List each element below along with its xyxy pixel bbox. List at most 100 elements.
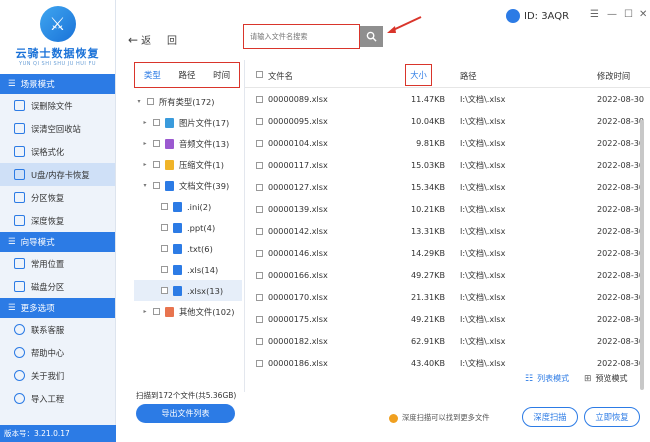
minimize-icon[interactable]: — xyxy=(607,9,617,20)
caret-down-icon[interactable]: ▾ xyxy=(142,182,148,189)
col-path[interactable]: 路径 xyxy=(460,70,477,82)
row-checkbox[interactable] xyxy=(256,228,263,235)
sidebar-item-0-4[interactable]: 分区恢复 xyxy=(0,186,115,209)
row-checkbox[interactable] xyxy=(256,184,263,191)
tree-item-checkbox[interactable] xyxy=(161,203,168,210)
caret-right-icon[interactable]: ▸ xyxy=(142,140,148,147)
export-list-button[interactable]: 导出文件列表 xyxy=(136,404,235,423)
tree-item-checkbox[interactable] xyxy=(153,182,160,189)
table-row[interactable]: 00000175.xlsx 49.21KB I:\文档\.xlsx 2022-08-3… xyxy=(245,308,650,330)
caret-right-icon[interactable]: ▸ xyxy=(142,308,148,315)
tree-item[interactable]: .ini(2) xyxy=(134,196,242,217)
cell-path: I:\文档\.xlsx xyxy=(460,226,506,236)
tree-item-checkbox[interactable] xyxy=(153,161,160,168)
sidebar-item-2-0[interactable]: 联系客服 xyxy=(0,318,115,341)
cell-name: 00000186.xlsx xyxy=(268,358,328,368)
row-checkbox[interactable] xyxy=(256,96,263,103)
sidebar-item-0-5[interactable]: 深度恢复 xyxy=(0,209,115,232)
table-header: 文件名 路径 修改时间 xyxy=(245,62,650,88)
tree-item[interactable]: .xlsx(13) xyxy=(134,280,242,301)
view-list-toggle[interactable]: ☷ 列表模式 xyxy=(525,373,569,384)
sidebar-item-label: 误清空回收站 xyxy=(31,123,81,134)
sidebar-item-0-0[interactable]: 误删除文件 xyxy=(0,94,115,117)
tree-item[interactable]: .txt(6) xyxy=(134,238,242,259)
close-icon[interactable]: ✕ xyxy=(639,9,647,20)
tree-item-checkbox[interactable] xyxy=(161,266,168,273)
tree-item-checkbox[interactable] xyxy=(161,287,168,294)
tree-item[interactable]: ▸ 压缩文件(1) xyxy=(134,154,242,175)
row-checkbox[interactable] xyxy=(256,140,263,147)
sidebar-item-0-3[interactable]: U盘/内存卡恢复 xyxy=(0,163,115,186)
sidebar-item-1-1[interactable]: 磁盘分区 xyxy=(0,275,115,298)
row-checkbox[interactable] xyxy=(256,360,263,367)
sidebar-item-2-3[interactable]: 导入工程 xyxy=(0,387,115,410)
tree-item[interactable]: .xls(14) xyxy=(134,259,242,280)
sidebar-item-2-2[interactable]: 关于我们 xyxy=(0,364,115,387)
tree-item[interactable]: .ppt(4) xyxy=(134,217,242,238)
back-button[interactable]: ← 返 xyxy=(128,32,151,48)
table-row[interactable]: 00000170.xlsx 21.31KB I:\文档\.xlsx 2022-08-3… xyxy=(245,286,650,308)
version-label: 版本号：3.21.0.17 xyxy=(0,425,116,442)
caret-down-icon[interactable]: ▾ xyxy=(136,98,142,105)
row-checkbox[interactable] xyxy=(256,206,263,213)
table-row[interactable]: 00000095.xlsx 10.04KB I:\文档\.xlsx 2022-08-3… xyxy=(245,110,650,132)
table-row[interactable]: 00000104.xlsx 9.81KB I:\文档\.xlsx 2022-08-30 xyxy=(245,132,650,154)
table-row[interactable]: 00000146.xlsx 14.29KB I:\文档\.xlsx 2022-08-3… xyxy=(245,242,650,264)
table-scrollbar[interactable] xyxy=(640,120,644,390)
tab-time[interactable]: 时间 xyxy=(213,69,230,81)
tree-item[interactable]: ▾ 所有类型(172) xyxy=(134,91,242,112)
search-button[interactable] xyxy=(360,26,383,47)
sidebar-item-1-0[interactable]: 常用位置 xyxy=(0,252,115,275)
tree-item[interactable]: ▾ 文档文件(39) xyxy=(134,175,242,196)
tree-item[interactable]: ▸ 图片文件(17) xyxy=(134,112,242,133)
col-mtime[interactable]: 修改时间 xyxy=(597,70,630,82)
tree-item-checkbox[interactable] xyxy=(153,119,160,126)
col-size[interactable]: 大小 xyxy=(405,64,432,86)
table-row[interactable]: 00000142.xlsx 13.31KB I:\文档\.xlsx 2022-08-3… xyxy=(245,220,650,242)
tab-path[interactable]: 路径 xyxy=(178,69,195,81)
table-row[interactable]: 00000127.xlsx 15.34KB I:\文档\.xlsx 2022-08-3… xyxy=(245,176,650,198)
recover-button[interactable]: 立即恢复 xyxy=(584,407,640,427)
sidebar-item-0-2[interactable]: 误格式化 xyxy=(0,140,115,163)
row-checkbox[interactable] xyxy=(256,294,263,301)
user-id[interactable]: ID: 3AQR xyxy=(506,9,569,23)
tree-item-checkbox[interactable] xyxy=(161,245,168,252)
sidebar-item-0-1[interactable]: 误清空回收站 xyxy=(0,117,115,140)
scan-summary: 扫描到172个文件(共5.36GB) xyxy=(136,391,237,400)
tab-type[interactable]: 类型 xyxy=(144,69,161,81)
caret-right-icon[interactable]: ▸ xyxy=(142,119,148,126)
table-row[interactable]: 00000089.xlsx 11.47KB I:\文档\.xlsx 2022-08-3… xyxy=(245,88,650,110)
tree-item[interactable]: ▸ 音频文件(13) xyxy=(134,133,242,154)
menu-item-icon xyxy=(14,169,25,180)
tree-item-checkbox[interactable] xyxy=(153,308,160,315)
table-row[interactable]: 00000139.xlsx 10.21KB I:\文档\.xlsx 2022-08-3… xyxy=(245,198,650,220)
list-icon: ☷ xyxy=(525,373,534,384)
sidebar-item-2-1[interactable]: 帮助中心 xyxy=(0,341,115,364)
tree-item-checkbox[interactable] xyxy=(161,224,168,231)
caret-right-icon[interactable]: ▸ xyxy=(142,161,148,168)
table-row[interactable]: 00000166.xlsx 49.27KB I:\文档\.xlsx 2022-08-3… xyxy=(245,264,650,286)
home-button[interactable]: 回 xyxy=(167,32,177,47)
deep-scan-button[interactable]: 深度扫描 xyxy=(522,407,578,427)
row-checkbox[interactable] xyxy=(256,162,263,169)
tree-item[interactable]: ▸ 其他文件(102) xyxy=(134,301,242,322)
menu-icon[interactable]: ☰ xyxy=(590,9,599,20)
table-row[interactable]: 00000117.xlsx 15.03KB I:\文档\.xlsx 2022-08-3… xyxy=(245,154,650,176)
tree-item-label: 图片文件(17) xyxy=(179,117,230,128)
sidebar-item-label: 帮助中心 xyxy=(31,347,65,358)
search-input[interactable] xyxy=(250,32,359,41)
table-row[interactable]: 00000186.xlsx 43.40KB I:\文档\.xlsx 2022-08-3… xyxy=(245,352,650,374)
row-checkbox[interactable] xyxy=(256,338,263,345)
select-all-checkbox[interactable] xyxy=(256,71,263,78)
row-checkbox[interactable] xyxy=(256,316,263,323)
tree-item-checkbox[interactable] xyxy=(153,140,160,147)
cell-size: 62.91KB xyxy=(410,336,445,346)
table-row[interactable]: 00000182.xlsx 62.91KB I:\文档\.xlsx 2022-08-3… xyxy=(245,330,650,352)
row-checkbox[interactable] xyxy=(256,272,263,279)
tree-item-checkbox[interactable] xyxy=(147,98,154,105)
col-name[interactable]: 文件名 xyxy=(268,70,293,82)
view-preview-toggle[interactable]: ⊞ 预览模式 xyxy=(584,373,628,384)
row-checkbox[interactable] xyxy=(256,250,263,257)
maximize-icon[interactable]: ☐ xyxy=(624,9,633,20)
row-checkbox[interactable] xyxy=(256,118,263,125)
